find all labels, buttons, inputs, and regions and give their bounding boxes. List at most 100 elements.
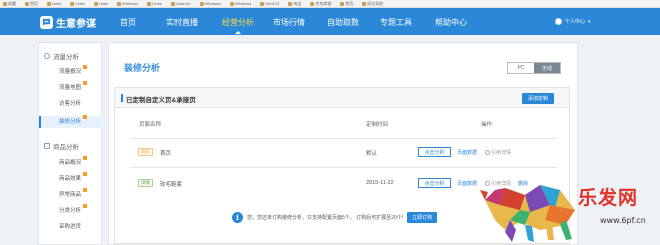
- box-icon: [44, 143, 50, 149]
- new-badge: [83, 156, 88, 160]
- bookmark-item[interactable]: 网址导航: [362, 1, 383, 7]
- sidebar-item-category-analysis[interactable]: 分类分析: [59, 204, 88, 214]
- sidebar-item-label: 商品概况: [59, 160, 82, 166]
- sidebar-item-abnormal-product[interactable]: 异常商品: [59, 188, 88, 198]
- page-type-tag: 首页: [138, 148, 153, 156]
- nav-home[interactable]: 首页: [120, 17, 136, 28]
- bookmark-item[interactable]: Links for: [170, 1, 191, 6]
- info-icon: i: [232, 212, 243, 223]
- new-badge: [83, 65, 88, 69]
- bookmark-item[interactable]: 京东商城: [310, 1, 331, 7]
- analyze-button[interactable]: 点击分析: [418, 178, 451, 188]
- sidebar-item-label: 访客分析: [59, 101, 82, 107]
- bookmark-item[interactable]: Links: [70, 1, 85, 6]
- panel-header-accent: [121, 94, 123, 102]
- bookmark-item[interactable]: 首页: [340, 1, 353, 7]
- eye-icon: [44, 53, 50, 59]
- page-title: 装修分析: [124, 63, 161, 73]
- bookmark-label: Windows: [122, 1, 139, 6]
- custom-time: 2015-11-22: [366, 180, 394, 186]
- sidebar-item-purchasing[interactable]: 采购进货: [59, 222, 81, 230]
- sidebar-item-label: 分类分析: [59, 208, 82, 214]
- sidebar: 流量分析 流量概况 流量地图 访客分析 装修分析 商品分析 商品概况 商品效果 …: [38, 42, 102, 245]
- bookmark-label: 网址导航: [367, 0, 384, 6]
- bookmark-label: Links: [75, 1, 85, 6]
- bookmark-icon: [147, 1, 152, 6]
- logo-text: 生意参谋: [56, 19, 96, 30]
- analyze-button[interactable]: 点击分析: [418, 147, 451, 157]
- bookmark-item[interactable]: 收藏: [3, 1, 16, 7]
- bookmark-label: Windows: [234, 1, 252, 6]
- chevron-down-icon: ▾: [588, 18, 591, 25]
- page-data-link[interactable]: 页面数据: [457, 180, 477, 187]
- bookmark-label: Windows: [204, 1, 221, 6]
- bookmark-icon: [340, 1, 345, 6]
- bookmark-icon: [229, 1, 234, 6]
- page-type-tag: 详情: [138, 179, 153, 187]
- sidebar-item-label: 采购进货: [59, 224, 82, 230]
- bookmark-icon: [70, 1, 75, 6]
- bookmark-icon: [310, 1, 315, 6]
- order-now-button[interactable]: 立即订购: [407, 212, 438, 223]
- bookmark-label: 淘宝: [293, 0, 302, 6]
- new-badge: [83, 81, 88, 85]
- nav-live[interactable]: 实时直播: [166, 17, 198, 28]
- sidebar-item-traffic-map[interactable]: 流量地图: [59, 81, 88, 91]
- sidebar-group-traffic[interactable]: 流量分析: [44, 51, 79, 61]
- bookmark-icon: [288, 1, 293, 6]
- bookmark-item[interactable]: Windows: [117, 1, 138, 6]
- column-header-action: 操作: [481, 122, 493, 128]
- column-header-time: 定制时间: [366, 122, 389, 128]
- watermark-url: www.6pf.cn: [600, 216, 646, 225]
- bookmark-icon: [25, 1, 29, 6]
- sidebar-item-product-overview[interactable]: 商品概况: [59, 156, 88, 166]
- nav-business-analysis[interactable]: 经营分析: [222, 17, 254, 34]
- nav-tools[interactable]: 专题工具: [380, 17, 412, 28]
- new-badge: [83, 188, 88, 192]
- new-badge: [83, 172, 88, 176]
- bookmark-icon: [117, 1, 122, 6]
- bookmark-label: 京东商城: [315, 0, 332, 6]
- bookmark-label: 首页: [30, 0, 38, 6]
- notice-text: 您，您还未订购装修分析，只支持配置页面5个， 订购后可扩展至20个!: [247, 215, 404, 221]
- bookmark-item[interactable]: Links: [147, 1, 162, 6]
- sidebar-item-traffic-overview[interactable]: 流量概况: [59, 65, 88, 75]
- bookmark-item[interactable]: Windows: [199, 1, 221, 6]
- page-data-link[interactable]: 页面数据: [457, 149, 477, 156]
- bookmark-item[interactable]: Windows: [229, 1, 252, 6]
- info-icon: [485, 150, 490, 155]
- toggle-wireless[interactable]: 无线: [534, 63, 560, 73]
- bookmark-item[interactable]: Links: [93, 1, 108, 6]
- sidebar-item-visitor-analysis[interactable]: 访客分析: [59, 99, 81, 107]
- avatar: [555, 18, 562, 25]
- bookmark-item[interactable]: Links: [47, 1, 61, 6]
- sidebar-item-label: 流量地图: [59, 85, 82, 91]
- bookmark-icon: [260, 1, 265, 6]
- add-custom-button[interactable]: 添加定制: [522, 93, 554, 104]
- toggle-pc[interactable]: PC: [508, 63, 534, 73]
- device-toggle: PC 无线: [507, 62, 561, 74]
- bookmark-item[interactable]: Red123: [260, 1, 279, 6]
- column-header-name: 页面名称: [139, 122, 162, 128]
- bookmark-item[interactable]: 首页: [25, 1, 38, 7]
- sidebar-item-product-effect[interactable]: 商品效果: [59, 172, 88, 182]
- bookmark-label: Links for: [175, 1, 191, 6]
- nav-market[interactable]: 市场行情: [273, 17, 305, 28]
- top-navigation-bar: 生意参谋 首页 实时直播 经营分析 市场行情 自助取数 专题工具 帮助中心 个人…: [0, 8, 660, 35]
- logo[interactable]: 生意参谋: [40, 15, 96, 30]
- sidebar-group-label: 流量分析: [53, 54, 79, 61]
- nav-help[interactable]: 帮助中心: [435, 17, 467, 28]
- sidebar-group-product[interactable]: 商品分析: [44, 141, 79, 151]
- user-menu[interactable]: 个人中心 ▾: [555, 18, 591, 25]
- panel-header: 已定制自定义页&承接页 添加定制: [115, 88, 569, 108]
- bookmark-icon: [93, 1, 98, 6]
- bookmark-item[interactable]: 淘宝: [288, 1, 301, 7]
- divider: [130, 138, 557, 139]
- bookmark-icon: [199, 1, 204, 6]
- sidebar-item-decoration-analysis[interactable]: 装修分析: [59, 115, 88, 125]
- nav-self-service[interactable]: 自助取数: [327, 17, 359, 28]
- sidebar-item-label: 流量概况: [59, 69, 82, 75]
- bookmark-label: 首页: [345, 0, 354, 6]
- bookmark-label: Links: [52, 1, 62, 6]
- reference-detail-link[interactable]: 引用详情: [485, 149, 511, 156]
